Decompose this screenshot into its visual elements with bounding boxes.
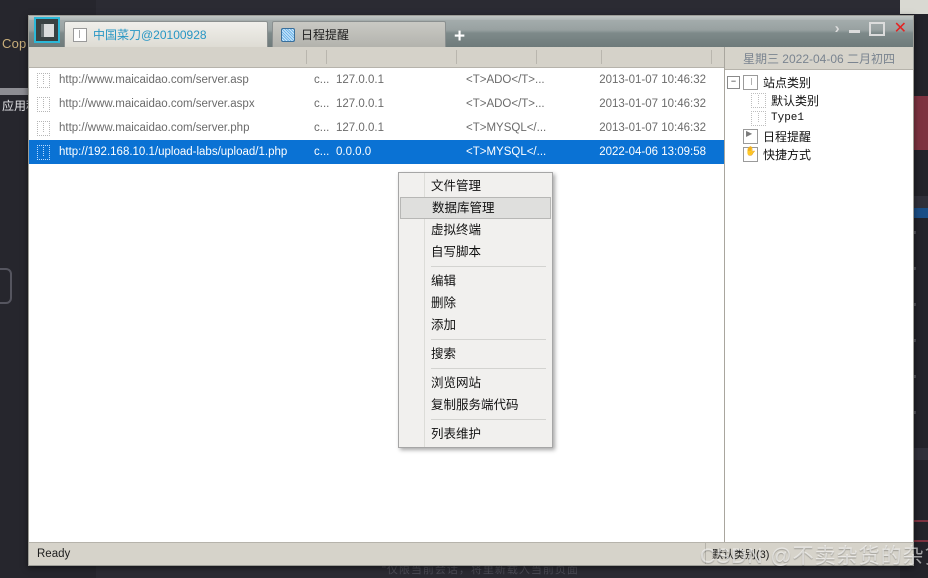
tab-schedule-label: 日程提醒 bbox=[301, 28, 350, 42]
menu-item-edit[interactable]: 编辑 bbox=[399, 270, 552, 292]
cell-url: http://www.maicaidao.com/server.asp bbox=[59, 74, 249, 86]
hand-icon bbox=[743, 146, 758, 162]
menu-item-copy-server-code[interactable]: 复制服务端代码 bbox=[399, 394, 552, 416]
cell-date: 2013-01-07 10:46:32 bbox=[599, 98, 706, 110]
title-bar-top-highlight bbox=[29, 16, 913, 20]
shell-entry-icon bbox=[37, 72, 50, 88]
cell-encoding: c... bbox=[314, 98, 330, 110]
tree-node-default-category[interactable]: 默认类别 bbox=[725, 91, 913, 109]
tab-chopper[interactable]: 中国菜刀@20100928 bbox=[64, 21, 268, 47]
menu-item-add[interactable]: 添加 bbox=[399, 314, 552, 336]
cell-type: <T>ADO</T>... bbox=[466, 74, 545, 86]
cell-date: 2013-01-07 10:46:32 bbox=[599, 122, 706, 134]
category-icon bbox=[751, 110, 766, 126]
tree-node-type1[interactable]: Type1 bbox=[725, 109, 913, 127]
menu-separator bbox=[431, 368, 546, 369]
table-row[interactable]: http://www.maicaidao.com/server.aspx c..… bbox=[29, 92, 724, 116]
table-row[interactable]: http://www.maicaidao.com/server.php c...… bbox=[29, 116, 724, 140]
title-bar: 中国菜刀@20100928 日程提醒 + › ✕ bbox=[29, 16, 913, 47]
category-icon bbox=[751, 92, 766, 108]
clock-icon bbox=[743, 128, 758, 144]
minimize-icon[interactable] bbox=[848, 30, 860, 33]
tree-node-label: 默认类别 bbox=[771, 93, 820, 108]
cell-type: <T>MYSQL</... bbox=[466, 146, 547, 158]
category-tree-pane: 星期三 2022-04-06 二月初四 − 站点类别 默认类别 Type1 ▶ … bbox=[725, 47, 913, 542]
tree-node-site-category[interactable]: − 站点类别 bbox=[725, 73, 913, 91]
context-menu[interactable]: 文件管理 数据库管理 虚拟终端 自写脚本 编辑 删除 添加 搜索 浏览网站 复制… bbox=[398, 172, 553, 448]
menu-separator bbox=[431, 266, 546, 267]
menu-item-delete[interactable]: 删除 bbox=[399, 292, 552, 314]
tab-schedule[interactable]: 日程提醒 bbox=[272, 21, 446, 47]
category-tree: − 站点类别 默认类别 Type1 日程提醒 bbox=[725, 70, 913, 542]
tree-date-header: 星期三 2022-04-06 二月初四 bbox=[725, 47, 913, 70]
menu-item-database-manager[interactable]: 数据库管理 bbox=[400, 197, 551, 219]
cell-encoding: c... bbox=[314, 74, 330, 86]
cell-ip: 127.0.0.1 bbox=[336, 98, 384, 110]
cell-date: 2013-01-07 10:46:32 bbox=[599, 74, 706, 86]
cell-type: <T>ADO</T>... bbox=[466, 98, 545, 110]
tree-node-label: 日程提醒 bbox=[763, 129, 812, 144]
tree-node-label: 站点类别 bbox=[763, 75, 812, 90]
column-separator[interactable] bbox=[711, 50, 712, 64]
tree-node-schedule[interactable]: 日程提醒 bbox=[725, 127, 913, 145]
menu-item-virtual-terminal[interactable]: 虚拟终端 bbox=[399, 219, 552, 241]
background-cop-text: Cop bbox=[2, 36, 27, 51]
menu-item-search[interactable]: 搜索 bbox=[399, 343, 552, 365]
column-separator[interactable] bbox=[456, 50, 457, 64]
chevron-right-icon[interactable]: › bbox=[835, 20, 840, 37]
cell-url: http://www.maicaidao.com/server.php bbox=[59, 122, 250, 134]
shell-entry-icon bbox=[37, 96, 50, 112]
background-rounded-box bbox=[0, 268, 12, 304]
shell-list-rows: http://www.maicaidao.com/server.asp c...… bbox=[29, 68, 724, 542]
cell-ip: 127.0.0.1 bbox=[336, 122, 384, 134]
shell-entry-icon bbox=[37, 144, 50, 160]
table-row-selected[interactable]: http://192.168.10.1/upload-labs/upload/1… bbox=[29, 140, 724, 164]
page-icon bbox=[73, 27, 87, 42]
column-separator[interactable] bbox=[601, 50, 602, 64]
column-separator[interactable] bbox=[306, 50, 307, 64]
tree-node-shortcut[interactable]: 快捷方式 bbox=[725, 145, 913, 163]
background-topright-strip bbox=[900, 0, 928, 14]
cell-url: http://www.maicaidao.com/server.aspx bbox=[59, 98, 255, 110]
chopper-app-icon[interactable] bbox=[34, 17, 60, 43]
menu-item-list-maintenance[interactable]: 列表维护 bbox=[399, 423, 552, 445]
tree-node-label: Type1 bbox=[771, 112, 805, 124]
menu-item-browse-site[interactable]: 浏览网站 bbox=[399, 372, 552, 394]
cell-encoding: c... bbox=[314, 146, 330, 158]
status-bar: Ready 默认类别(3) bbox=[29, 542, 913, 565]
shell-entry-icon bbox=[37, 120, 50, 136]
application-window: 中国菜刀@20100928 日程提醒 + › ✕ http://www.maic… bbox=[28, 15, 914, 566]
chopper-app-icon-inner bbox=[40, 23, 54, 37]
page-icon bbox=[743, 74, 758, 90]
cell-ip: 0.0.0.0 bbox=[336, 146, 372, 158]
close-icon[interactable]: ✕ bbox=[894, 21, 907, 37]
cell-type: <T>MYSQL</... bbox=[466, 122, 547, 134]
menu-separator bbox=[431, 339, 546, 340]
globe-icon bbox=[281, 27, 295, 42]
cell-encoding: c... bbox=[314, 122, 330, 134]
collapse-icon[interactable]: − bbox=[727, 75, 740, 89]
cell-ip: 127.0.0.1 bbox=[336, 74, 384, 86]
shell-list-pane: http://www.maicaidao.com/server.asp c...… bbox=[29, 47, 725, 542]
menu-item-file-manager[interactable]: 文件管理 bbox=[399, 175, 552, 197]
column-separator[interactable] bbox=[536, 50, 537, 64]
menu-item-custom-script[interactable]: 自写脚本 bbox=[399, 241, 552, 263]
cell-url: http://192.168.10.1/upload-labs/upload/1… bbox=[59, 146, 288, 158]
status-separator bbox=[705, 543, 706, 564]
status-ready-text: Ready bbox=[37, 548, 71, 560]
maximize-icon[interactable] bbox=[868, 21, 885, 36]
window-controls: › ✕ bbox=[835, 20, 907, 37]
table-row[interactable]: http://www.maicaidao.com/server.asp c...… bbox=[29, 68, 724, 92]
column-separator[interactable] bbox=[326, 50, 327, 64]
list-column-header[interactable] bbox=[29, 47, 724, 68]
status-category-count: 默认类别(3) bbox=[712, 549, 770, 561]
add-tab-button[interactable]: + bbox=[454, 27, 465, 46]
tree-node-label: 快捷方式 bbox=[763, 147, 812, 162]
menu-separator bbox=[431, 419, 546, 420]
tab-chopper-label: 中国菜刀@20100928 bbox=[93, 28, 207, 42]
cell-date: 2022-04-06 13:09:58 bbox=[599, 146, 706, 158]
